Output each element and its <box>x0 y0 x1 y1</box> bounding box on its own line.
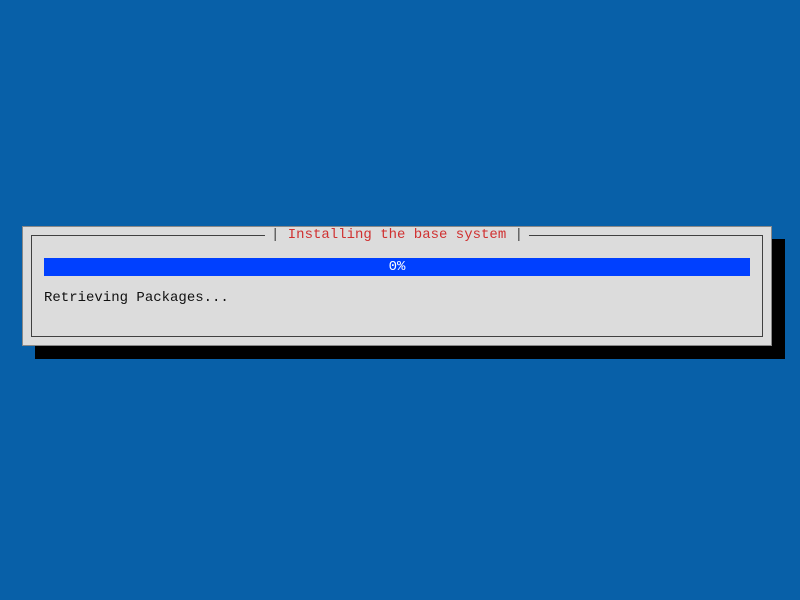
dialog-frame: | Installing the base system | 0% Retrie… <box>31 235 763 337</box>
title-pipe-left: | <box>271 227 279 243</box>
status-text: Retrieving Packages... <box>44 290 229 306</box>
dialog-title: Installing the base system <box>288 227 506 243</box>
installer-dialog: | Installing the base system | 0% Retrie… <box>22 226 772 346</box>
dialog-title-wrap: | Installing the base system | <box>265 227 529 243</box>
title-pipe-right: | <box>515 227 523 243</box>
progress-bar: 0% <box>44 258 750 276</box>
progress-percent: 0% <box>389 259 406 275</box>
